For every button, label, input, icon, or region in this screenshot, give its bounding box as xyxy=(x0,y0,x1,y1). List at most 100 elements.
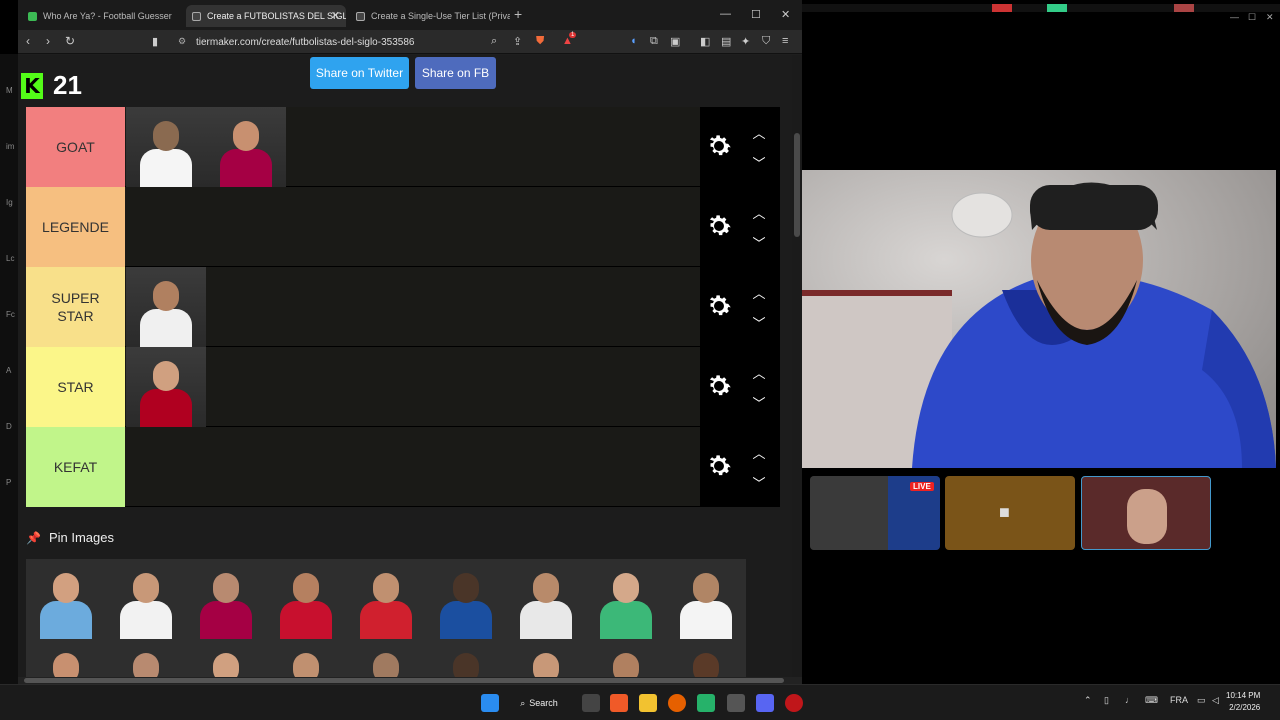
chevron-down-icon[interactable]: ﹀ xyxy=(750,393,768,411)
player-body xyxy=(360,601,412,639)
reload-icon[interactable]: ↻ xyxy=(65,34,75,48)
hscroll-thumb[interactable] xyxy=(24,678,784,683)
tier-label[interactable]: SUPER STAR xyxy=(26,267,125,347)
pin-player-image[interactable] xyxy=(26,559,106,639)
mic-icon[interactable]: ♩ xyxy=(1125,695,1134,705)
tier-label[interactable]: STAR xyxy=(26,347,125,427)
pin-player-image[interactable] xyxy=(346,639,426,677)
zoom-icon[interactable]: ⌕ xyxy=(491,35,497,48)
tier-label[interactable]: KEFAT xyxy=(26,427,125,507)
volume-icon[interactable]: ◁ xyxy=(1212,695,1219,706)
scroll-thumb[interactable] xyxy=(794,133,800,237)
windows-start-icon[interactable] xyxy=(481,694,499,712)
vpn-icon[interactable]: ⛉ xyxy=(762,35,770,48)
pin-player-image[interactable] xyxy=(586,559,666,639)
forward-icon[interactable]: › xyxy=(46,34,50,48)
site-info-icon[interactable]: ⚙ xyxy=(178,36,186,47)
app-green-icon[interactable] xyxy=(697,694,715,712)
bg-thumb xyxy=(1047,4,1067,12)
pin-player-image[interactable] xyxy=(186,639,266,677)
record-icon[interactable] xyxy=(785,694,803,712)
tab-tiermaker[interactable]: Create a FUTBOLISTAS DEL SIGLO ✕ xyxy=(186,5,346,27)
pin-player-image[interactable] xyxy=(426,559,506,639)
guest-cam-thumb[interactable] xyxy=(1081,476,1211,550)
gear-icon[interactable] xyxy=(704,451,734,481)
pin-player-image[interactable] xyxy=(106,559,186,639)
pin-player-image[interactable] xyxy=(346,559,426,639)
gear-icon[interactable] xyxy=(704,291,734,321)
brave-shield-icon[interactable]: ⛊ xyxy=(536,35,544,48)
tier-player-image[interactable] xyxy=(126,347,206,427)
tray-overflow-icon[interactable]: ⌃ xyxy=(1084,695,1092,706)
tier-controls: ︿ ﹀ xyxy=(700,107,780,187)
pin-player-image[interactable] xyxy=(506,639,586,677)
taskbar-search[interactable]: ⌕ Search xyxy=(512,692,566,714)
tab-single-use[interactable]: Create a Single-Use Tier List (Private xyxy=(350,5,510,27)
pin-player-image[interactable] xyxy=(666,639,746,677)
language-indicator[interactable]: FRA xyxy=(1170,695,1188,705)
pin-player-image[interactable] xyxy=(586,639,666,677)
bg-thumb xyxy=(992,4,1012,12)
task-view-icon[interactable] xyxy=(582,694,600,712)
chevron-down-icon[interactable]: ﹀ xyxy=(750,313,768,331)
obs-icon[interactable] xyxy=(727,694,745,712)
chevron-down-icon[interactable]: ﹀ xyxy=(750,473,768,491)
gear-icon[interactable] xyxy=(704,371,734,401)
close-window-icon[interactable]: ✕ xyxy=(781,8,790,21)
clock[interactable]: 10:14 PM 2/2/2026 xyxy=(1226,690,1260,714)
minimize-icon[interactable]: — xyxy=(720,8,731,20)
pin-player-image[interactable] xyxy=(186,559,266,639)
pin-player-image[interactable] xyxy=(106,639,186,677)
maximize-icon[interactable]: ☐ xyxy=(751,8,761,21)
tier-label[interactable]: GOAT xyxy=(26,107,125,187)
back-icon[interactable]: ‹ xyxy=(26,34,30,48)
stream-preview-thumb[interactable]: LIVE xyxy=(810,476,940,550)
extension-audio-icon[interactable]: ◖ xyxy=(630,35,637,47)
chevron-up-icon[interactable]: ︿ xyxy=(750,283,768,301)
pin-player-image[interactable] xyxy=(506,559,586,639)
chevron-up-icon[interactable]: ︿ xyxy=(750,443,768,461)
pin-player-image[interactable] xyxy=(26,639,106,677)
chevron-up-icon[interactable]: ︿ xyxy=(750,123,768,141)
brave-browser-icon[interactable] xyxy=(610,694,628,712)
file-explorer-icon[interactable] xyxy=(639,694,657,712)
tab-who-are-ya[interactable]: Who Are Ya? - Football Guesser xyxy=(22,5,182,27)
wallet-icon[interactable]: ▤ xyxy=(721,35,731,48)
close-tab-icon[interactable]: ✕ xyxy=(331,9,340,22)
share-icon[interactable]: ⇪ xyxy=(513,35,522,48)
media-icon[interactable]: ▣ xyxy=(670,35,680,48)
tier-player-image[interactable] xyxy=(126,107,206,187)
tier-label[interactable]: LEGENDE xyxy=(26,187,125,267)
share-fb-button[interactable]: Share on FB xyxy=(415,57,496,89)
chevron-up-icon[interactable]: ︿ xyxy=(750,203,768,221)
pin-player-image[interactable] xyxy=(266,559,346,639)
menu-icon[interactable]: ≡ xyxy=(782,35,788,47)
vertical-scrollbar[interactable] xyxy=(792,55,802,677)
battery-icon[interactable]: ▯ xyxy=(1104,695,1109,706)
extensions-icon[interactable]: ⧉ xyxy=(650,35,658,48)
discord-icon[interactable] xyxy=(756,694,774,712)
gear-icon[interactable] xyxy=(704,131,734,161)
horizontal-scrollbar[interactable] xyxy=(18,677,802,684)
tier-player-image[interactable] xyxy=(126,267,206,347)
chevron-up-icon[interactable]: ︿ xyxy=(750,363,768,381)
keyboard-icon[interactable]: ⌨ xyxy=(1145,695,1158,706)
firefox-icon[interactable] xyxy=(668,694,686,712)
chevron-down-icon[interactable]: ﹀ xyxy=(750,153,768,171)
close-window-icon[interactable]: ✕ xyxy=(1266,12,1274,23)
sidebar-icon[interactable]: ◧ xyxy=(700,35,710,48)
bookmark-icon[interactable]: ▮ xyxy=(152,35,158,48)
tier-player-image[interactable] xyxy=(206,107,286,187)
gear-icon[interactable] xyxy=(704,211,734,241)
camera-off-thumb[interactable]: ■ xyxy=(945,476,1075,550)
minimize-icon[interactable]: — xyxy=(1230,12,1239,22)
pin-player-image[interactable] xyxy=(426,639,506,677)
new-tab-icon[interactable]: + xyxy=(514,6,522,22)
chevron-down-icon[interactable]: ﹀ xyxy=(750,233,768,251)
leo-icon[interactable]: ✦ xyxy=(741,35,750,48)
network-icon[interactable]: ▭ xyxy=(1197,695,1206,706)
share-twitter-button[interactable]: Share on Twitter xyxy=(310,57,409,89)
pin-player-image[interactable] xyxy=(666,559,746,639)
maximize-icon[interactable]: ☐ xyxy=(1248,12,1256,23)
pin-player-image[interactable] xyxy=(266,639,346,677)
